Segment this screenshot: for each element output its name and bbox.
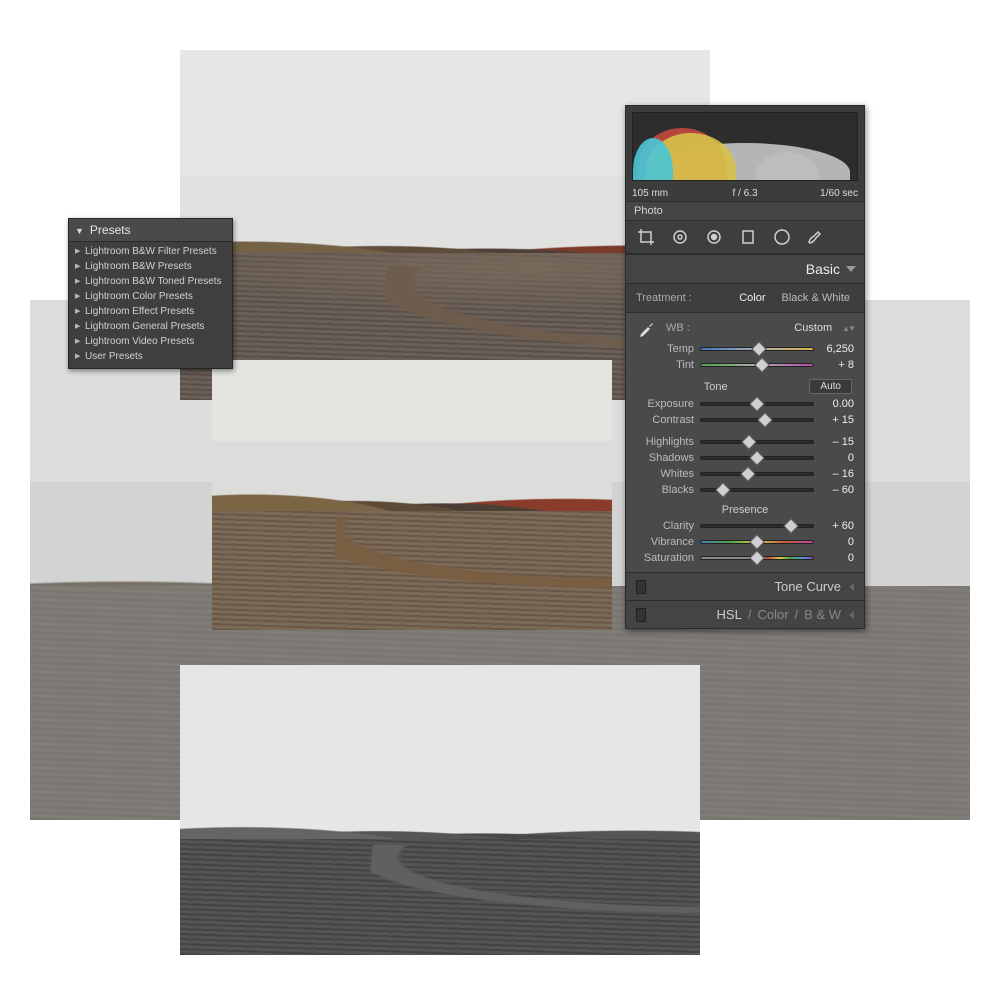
slider-value: + 15 — [820, 414, 854, 426]
slider-label: Contrast — [636, 414, 694, 426]
redeye-tool-icon[interactable] — [704, 227, 724, 247]
slider-value: 0 — [820, 552, 854, 564]
collapse-icon — [849, 583, 854, 591]
presets-list: Lightroom B&W Filter Presets Lightroom B… — [69, 242, 232, 368]
photo-bw — [180, 665, 700, 955]
treatment-color[interactable]: Color — [735, 290, 769, 306]
presence-subhead: Presence — [626, 498, 864, 518]
slider-blacks[interactable]: Blacks – 60 — [626, 482, 864, 498]
slider-value: – 60 — [820, 484, 854, 496]
slider-label: Shadows — [636, 452, 694, 464]
develop-panel: 105 mm f / 6.3 1/60 sec Photo Basic Trea… — [625, 105, 865, 629]
presets-header[interactable]: Presets — [69, 219, 232, 242]
slider-saturation[interactable]: Saturation 0 — [626, 550, 864, 566]
slider-label: Blacks — [636, 484, 694, 496]
slider-value: 6,250 — [820, 343, 854, 355]
aperture: f / 6.3 — [707, 188, 782, 199]
wb-row: WB : Custom ▲▼ — [626, 313, 864, 341]
slider-vibrance[interactable]: Vibrance 0 — [626, 534, 864, 550]
collapse-icon — [849, 611, 854, 619]
preset-folder[interactable]: Lightroom Color Presets — [69, 289, 232, 304]
presets-panel: Presets Lightroom B&W Filter Presets Lig… — [68, 218, 233, 369]
histogram[interactable]: 105 mm f / 6.3 1/60 sec — [626, 106, 864, 201]
auto-button[interactable]: Auto — [809, 379, 852, 394]
basic-title: Basic — [806, 261, 840, 277]
slider-label: Temp — [636, 343, 694, 355]
tonecurve-header[interactable]: Tone Curve — [626, 572, 864, 600]
treatment-bw[interactable]: Black & White — [778, 290, 854, 306]
presence-title: Presence — [722, 504, 768, 516]
tone-title: Tone — [704, 381, 728, 393]
slider-value: 0.00 — [820, 398, 854, 410]
preset-folder[interactable]: Lightroom Effect Presets — [69, 304, 232, 319]
slider-label: Vibrance — [636, 536, 694, 548]
wb-dropdown-icon[interactable]: ▲▼ — [842, 324, 854, 333]
radial-filter-icon[interactable] — [772, 227, 792, 247]
slider-value: – 15 — [820, 436, 854, 448]
photo-label: Photo — [626, 201, 864, 221]
treatment-label: Treatment : — [636, 292, 692, 304]
histogram-meta: 105 mm f / 6.3 1/60 sec — [632, 188, 858, 199]
preset-folder[interactable]: Lightroom Video Presets — [69, 334, 232, 349]
slider-label: Highlights — [636, 436, 694, 448]
slider-label: Whites — [636, 468, 694, 480]
tone-subhead: Tone Auto — [626, 373, 864, 396]
slider-exposure[interactable]: Exposure 0.00 — [626, 396, 864, 412]
preset-folder[interactable]: User Presets — [69, 349, 232, 364]
slider-temp[interactable]: Temp 6,250 — [626, 341, 864, 357]
slider-value: 0 — [820, 536, 854, 548]
treatment-row: Treatment : Color Black & White — [626, 284, 864, 313]
tool-strip — [626, 221, 864, 254]
slider-contrast[interactable]: Contrast + 15 — [626, 412, 864, 428]
slider-value: – 16 — [820, 468, 854, 480]
preset-folder[interactable]: Lightroom B&W Presets — [69, 259, 232, 274]
slider-label: Exposure — [636, 398, 694, 410]
slider-tint[interactable]: Tint + 8 — [626, 357, 864, 373]
histogram-area — [632, 112, 858, 181]
collapse-icon — [846, 266, 856, 272]
preset-folder[interactable]: Lightroom B&W Filter Presets — [69, 244, 232, 259]
slider-label: Saturation — [636, 552, 694, 564]
hsl-title: HSL — [717, 607, 742, 622]
spot-removal-icon[interactable] — [670, 227, 690, 247]
focal-length: 105 mm — [632, 188, 707, 199]
tonecurve-title: Tone Curve — [775, 579, 841, 594]
preset-folder[interactable]: Lightroom General Presets — [69, 319, 232, 334]
wb-label: WB : — [666, 322, 690, 334]
slider-value: + 60 — [820, 520, 854, 532]
slider-whites[interactable]: Whites – 16 — [626, 466, 864, 482]
brush-tool-icon[interactable] — [806, 227, 826, 247]
slider-label: Clarity — [636, 520, 694, 532]
hsl-header[interactable]: HSL / Color / B & W — [626, 600, 864, 628]
slider-clarity[interactable]: Clarity + 60 — [626, 518, 864, 534]
panel-switch-icon[interactable] — [636, 608, 646, 622]
slider-label: Tint — [636, 359, 694, 371]
photo-edited — [212, 360, 612, 630]
slider-value: + 8 — [820, 359, 854, 371]
panel-switch-icon[interactable] — [636, 580, 646, 594]
shutter-speed: 1/60 sec — [783, 188, 858, 199]
slider-highlights[interactable]: Highlights – 15 — [626, 434, 864, 450]
eyedropper-icon[interactable] — [636, 317, 658, 339]
graduated-filter-icon[interactable] — [738, 227, 758, 247]
slider-shadows[interactable]: Shadows 0 — [626, 450, 864, 466]
preset-folder[interactable]: Lightroom B&W Toned Presets — [69, 274, 232, 289]
crop-tool-icon[interactable] — [636, 227, 656, 247]
basic-header[interactable]: Basic — [626, 254, 864, 284]
wb-value[interactable]: Custom — [794, 322, 832, 334]
slider-value: 0 — [820, 452, 854, 464]
